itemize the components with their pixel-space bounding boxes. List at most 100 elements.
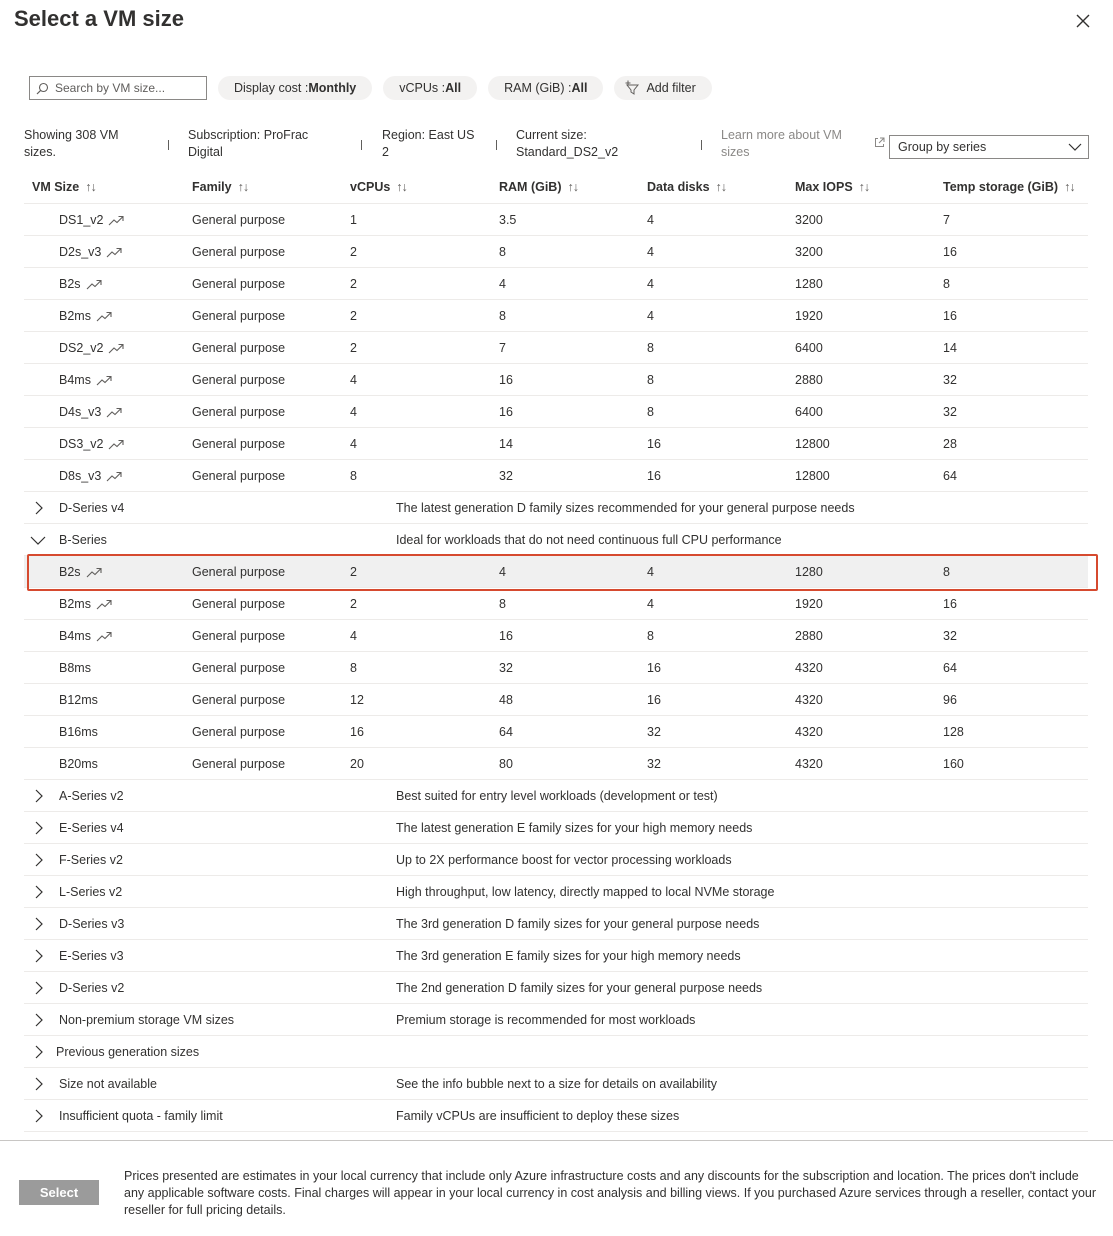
col-header-vcpus[interactable]: vCPUs ↑↓ <box>350 180 408 194</box>
table-row[interactable]: D4s_v3 General purpose 4 16 8 6400 32 <box>24 396 1088 428</box>
cell-ram: 4 <box>499 277 506 291</box>
table-row[interactable]: B16ms General purpose 16 64 32 4320 128 <box>24 716 1088 748</box>
cell-temp-storage: 16 <box>943 597 957 611</box>
cell-data-disks: 32 <box>647 725 661 739</box>
table-row[interactable]: B12ms General purpose 12 48 16 4320 96 <box>24 684 1088 716</box>
cell-ram: 14 <box>499 437 513 451</box>
cell-vcpus: 2 <box>350 245 357 259</box>
cell-family: General purpose <box>192 309 285 323</box>
cell-max-iops-text: 4320 <box>795 725 823 739</box>
group-row[interactable]: Size not available See the info bubble ne… <box>24 1068 1088 1100</box>
col-header-max-iops[interactable]: Max IOPS ↑↓ <box>795 180 870 194</box>
trending-icon <box>106 471 122 485</box>
table-row[interactable]: DS2_v2 General purpose 2 7 8 6400 14 <box>24 332 1088 364</box>
cell-vm-size: B2ms <box>59 309 112 325</box>
table-row[interactable]: DS1_v2 General purpose 1 3.5 4 3200 7 <box>24 204 1088 236</box>
group-row[interactable]: D-Series v2 The 2nd generation D family s… <box>24 972 1088 1004</box>
trending-icon <box>96 599 112 613</box>
group-row[interactable]: Previous generation sizes <box>24 1036 1088 1068</box>
chevron-right-icon[interactable] <box>34 1045 44 1062</box>
add-filter-icon <box>625 80 640 95</box>
ram-filter[interactable]: RAM (GiB) : All <box>488 76 604 100</box>
cell-ram-text: 4 <box>499 277 506 291</box>
table-row[interactable]: B20ms General purpose 20 80 32 4320 160 <box>24 748 1088 780</box>
table-row[interactable]: D8s_v3 General purpose 8 32 16 12800 64 <box>24 460 1088 492</box>
cell-max-iops: 3200 <box>795 245 823 259</box>
trending-icon <box>106 247 122 261</box>
chevron-right-icon[interactable] <box>34 501 44 518</box>
chevron-right-icon[interactable] <box>34 853 44 870</box>
cell-data-disks-text: 16 <box>647 469 661 483</box>
group-name: L-Series v2 <box>59 885 123 899</box>
group-row[interactable]: D-Series v3 The 3rd generation D family s… <box>24 908 1088 940</box>
learn-more-link[interactable]: Learn more about VM sizes <box>721 127 842 161</box>
cell-vcpus-text: 1 <box>350 213 357 227</box>
chevron-down-icon[interactable] <box>30 534 46 549</box>
group-name: Previous generation sizes <box>56 1045 200 1059</box>
cell-vm-size-text: B8ms <box>59 661 91 675</box>
cell-vcpus-text: 8 <box>350 661 357 675</box>
chevron-right-icon[interactable] <box>34 917 44 934</box>
display-cost-filter[interactable]: Display cost : Monthly <box>218 76 373 100</box>
ram-filter-label: RAM (GiB) : <box>504 81 572 95</box>
cell-temp-storage-text: 160 <box>943 757 964 771</box>
group-row[interactable]: E-Series v3 The 3rd generation E family s… <box>24 940 1088 972</box>
col-header-temp-storage[interactable]: Temp storage (GiB) ↑↓ <box>943 180 1076 194</box>
group-row[interactable]: A-Series v2 Best suited for entry level w… <box>24 780 1088 812</box>
cell-family-text: General purpose <box>192 597 286 611</box>
sort-icon: ↑↓ <box>85 180 96 194</box>
col-header-family[interactable]: Family ↑↓ <box>192 180 249 194</box>
chevron-right-icon[interactable] <box>34 885 44 902</box>
chevron-right-icon[interactable] <box>34 821 44 838</box>
cell-temp-storage: 8 <box>943 565 950 579</box>
cell-data-disks-text: 8 <box>647 629 654 643</box>
table-row[interactable]: D2s_v3 General purpose 2 8 4 3200 16 <box>24 236 1088 268</box>
table-row[interactable]: B2ms General purpose 2 8 4 1920 16 <box>24 300 1088 332</box>
table-row[interactable]: DS3_v2 General purpose 4 14 16 12800 28 <box>24 428 1088 460</box>
col-header-ram[interactable]: RAM (GiB) ↑↓ <box>499 180 579 194</box>
cell-family-text: General purpose <box>192 373 286 387</box>
sort-icon: ↑↓ <box>715 180 727 194</box>
cell-data-disks: 8 <box>647 629 654 643</box>
cell-vm-size: D8s_v3 <box>59 469 122 485</box>
select-button[interactable]: Select <box>19 1180 99 1205</box>
search-input[interactable]: Search by VM size... <box>29 76 207 100</box>
cell-data-disks-text: 16 <box>647 437 661 451</box>
table-row[interactable]: B8ms General purpose 8 32 16 4320 64 <box>24 652 1088 684</box>
group-row[interactable]: D-Series v4 The latest generation D famil… <box>24 492 1088 524</box>
cell-data-disks-text: 8 <box>647 405 654 419</box>
cell-family-text: General purpose <box>192 469 286 483</box>
vcpus-filter[interactable]: vCPUs : All <box>383 76 478 100</box>
chevron-right-icon[interactable] <box>34 789 44 806</box>
close-icon[interactable] <box>1074 12 1092 30</box>
col-header-data-disks[interactable]: Data disks ↑↓ <box>647 180 727 194</box>
group-name: B-Series <box>59 533 107 547</box>
cell-data-disks: 4 <box>647 245 654 259</box>
chevron-right-icon[interactable] <box>34 1109 44 1126</box>
cell-temp-storage-text: 64 <box>943 661 957 675</box>
chevron-right-icon[interactable] <box>34 949 44 966</box>
group-row[interactable]: F-Series v2 Up to 2X performance boost fo… <box>24 844 1088 876</box>
cell-vm-size-text: D4s_v3 <box>59 405 102 419</box>
col-header-vm-size[interactable]: VM Size ↑↓ <box>32 180 97 194</box>
cell-max-iops: 1920 <box>795 309 823 323</box>
cell-vm-size: B2s <box>59 565 102 581</box>
chevron-right-icon[interactable] <box>34 1013 44 1030</box>
chevron-right-icon[interactable] <box>34 981 44 998</box>
group-row[interactable]: Insufficient quota - family limit Family … <box>24 1100 1088 1132</box>
divider <box>701 140 702 150</box>
table-row[interactable]: B4ms General purpose 4 16 8 2880 32 <box>24 620 1088 652</box>
group-row[interactable]: Non-premium storage VM sizes Premium stor… <box>24 1004 1088 1036</box>
table-row[interactable]: B2s General purpose 2 4 4 1280 8 <box>24 268 1088 300</box>
table-row[interactable]: B4ms General purpose 4 16 8 2880 32 <box>24 364 1088 396</box>
chevron-right-icon[interactable] <box>34 1077 44 1094</box>
group-row[interactable]: E-Series v4 The latest generation E famil… <box>24 812 1088 844</box>
cell-temp-storage: 64 <box>943 469 957 483</box>
group-by-dropdown[interactable]: Group by series <box>889 135 1089 159</box>
group-row[interactable]: L-Series v2 High throughput, low latency,… <box>24 876 1088 908</box>
table-row[interactable]: B2s General purpose 2 4 4 1280 8 <box>24 556 1088 588</box>
group-row[interactable]: B-Series Ideal for workloads that do not … <box>24 524 1088 556</box>
add-filter-button[interactable]: Add filter <box>614 76 712 100</box>
table-row[interactable]: B2ms General purpose 2 8 4 1920 16 <box>24 588 1088 620</box>
cell-temp-storage-text: 32 <box>943 373 957 387</box>
